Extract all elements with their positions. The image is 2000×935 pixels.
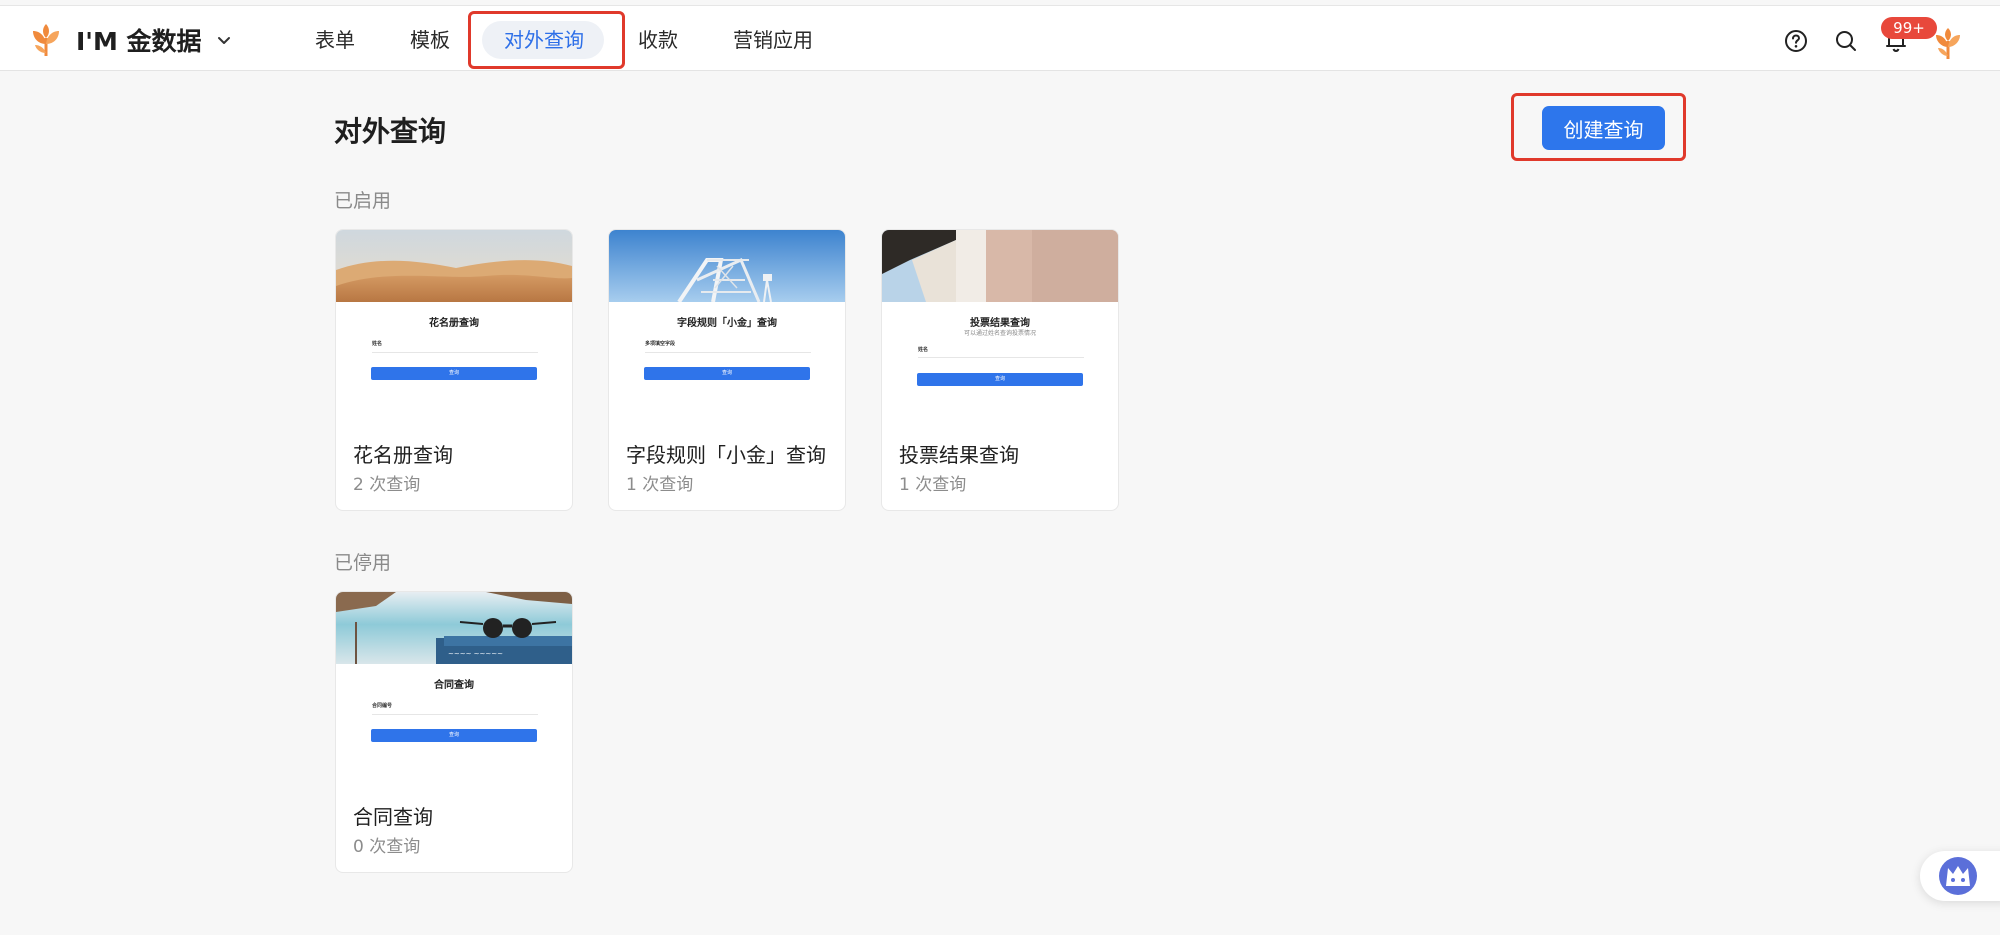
preview-button: 查询: [644, 367, 810, 380]
preview-field-label: 姓名: [372, 341, 383, 347]
highlight-box-nav: [468, 11, 625, 69]
card-query-count: 2 次查询: [353, 475, 421, 495]
card-cover-image: [609, 230, 845, 302]
section-label-disabled: 已停用: [334, 552, 392, 574]
nav-item-forms[interactable]: 表单: [315, 20, 355, 60]
card-query-count: 1 次查询: [626, 475, 694, 495]
preview-input-line: [918, 357, 1084, 358]
preview-title: 合同查询: [434, 680, 474, 691]
card-cover-image: [882, 230, 1118, 302]
preview-button: 查询: [371, 729, 537, 742]
preview-input-line: [372, 352, 538, 353]
nav-item-marketing-apps[interactable]: 营销应用: [733, 20, 813, 60]
assistant-floating-button[interactable]: [1920, 851, 2000, 901]
brand[interactable]: I'M 金数据: [28, 22, 234, 58]
nav-item-payments[interactable]: 收款: [638, 20, 678, 60]
preview-title: 花名册查询: [429, 318, 479, 329]
query-card[interactable]: ~~~~ ~~~~~ 合同查询 合同编号 查询 合同查询 0 次查询: [335, 591, 573, 873]
help-icon[interactable]: [1783, 28, 1809, 54]
card-title: 花名册查询: [353, 443, 453, 467]
card-title: 字段规则「小金」查询: [626, 443, 826, 467]
nav-item-templates[interactable]: 模板: [410, 20, 450, 60]
chevron-down-icon[interactable]: [214, 30, 234, 50]
notification-badge: 99+: [1881, 17, 1937, 39]
brand-name: I'M 金数据: [76, 27, 202, 56]
top-navigation-bar: I'M 金数据 表单 模板 对外查询 收款 营销应用 99+: [0, 5, 2000, 71]
preview-field-label: 姓名: [918, 347, 929, 353]
preview-input-line: [372, 714, 538, 715]
card-title: 投票结果查询: [899, 443, 1019, 467]
query-card[interactable]: 字段规则「小金」查询 多项填空字段 查询 字段规则「小金」查询 1 次查询: [608, 229, 846, 511]
card-cover-image: ~~~~ ~~~~~: [336, 592, 572, 664]
preview-title: 字段规则「小金」查询: [677, 318, 777, 329]
preview-field-label: 合同编号: [372, 703, 393, 709]
card-query-count: 1 次查询: [899, 475, 967, 495]
brand-logo-icon: [33, 24, 59, 56]
assistant-mascot-icon: [1939, 857, 1977, 895]
section-label-enabled: 已启用: [334, 190, 392, 212]
preview-title: 投票结果查询: [970, 318, 1030, 329]
card-query-count: 0 次查询: [353, 837, 421, 857]
preview-input-line: [645, 352, 811, 353]
svg-text:~~~~ ~~~~~: ~~~~ ~~~~~: [448, 650, 503, 658]
query-card[interactable]: 投票结果查询 可以通过姓名查询投票情况 姓名 查询 投票结果查询 1 次查询: [881, 229, 1119, 511]
search-icon[interactable]: [1833, 28, 1859, 54]
page-title: 对外查询: [334, 115, 447, 148]
card-title: 合同查询: [353, 805, 433, 829]
preview-subtitle: 可以通过姓名查询投票情况: [963, 330, 1036, 337]
avatar[interactable]: [1932, 26, 1964, 60]
preview-field-label: 多项填空字段: [645, 341, 676, 347]
highlight-box-create: [1511, 93, 1686, 161]
preview-button: 查询: [371, 367, 537, 380]
card-cover-image: [336, 230, 572, 302]
preview-button: 查询: [917, 373, 1083, 386]
query-card[interactable]: 花名册查询 姓名 查询 花名册查询 2 次查询: [335, 229, 573, 511]
